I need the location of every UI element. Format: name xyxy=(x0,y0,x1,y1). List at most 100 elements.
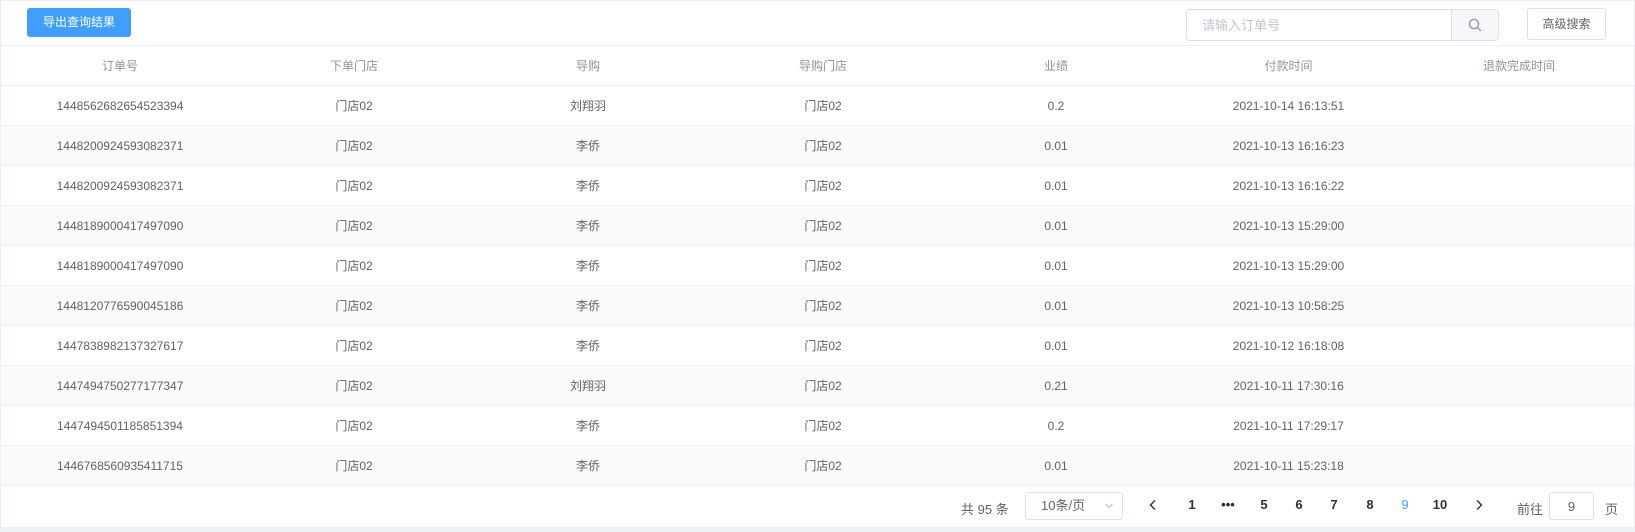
cell-guide: 李侨 xyxy=(575,179,600,193)
cell-guide-store: 门店02 xyxy=(804,259,842,273)
table-row[interactable]: 1448189000417497090 门店02 李侨 门店02 0.01 2021-10… xyxy=(1,206,1634,246)
cell-performance: 0.01 xyxy=(1044,458,1068,473)
column-header-order-store[interactable]: 下单门店 xyxy=(239,57,469,74)
cell-payment-time: 2021-10-14 16:13:51 xyxy=(1232,98,1345,113)
table-row[interactable]: 1446768560935411715 门店02 李侨 门店02 0.01 2021-10… xyxy=(1,446,1634,486)
cell-performance: 0.01 xyxy=(1044,258,1068,273)
cell-guide-store: 门店02 xyxy=(804,419,842,433)
search-button[interactable] xyxy=(1451,10,1498,40)
chevron-down-icon xyxy=(1104,493,1114,528)
cell-performance: 0.01 xyxy=(1044,138,1068,153)
page-9-current[interactable]: 9 xyxy=(1395,497,1415,512)
column-header-performance[interactable]: 业绩 xyxy=(939,57,1173,74)
cell-payment-time: 2021-10-13 16:16:23 xyxy=(1232,138,1345,153)
cell-guide: 刘翔羽 xyxy=(569,99,606,113)
cell-order-store: 门店02 xyxy=(335,299,373,313)
column-header-order-no[interactable]: 订单号 xyxy=(1,57,239,74)
cell-order-store: 门店02 xyxy=(335,219,373,233)
order-panel: 导出查询结果 高级搜索 订单号 下单门店 导购 导购门店 业绩 付款时间 退款完… xyxy=(0,0,1635,528)
cell-payment-time: 2021-10-13 16:16:22 xyxy=(1232,178,1345,193)
table-row[interactable]: 1448189000417497090 门店02 李侨 门店02 0.01 2021-10… xyxy=(1,246,1634,286)
cell-order-store: 门店02 xyxy=(335,419,373,433)
cell-order-store: 门店02 xyxy=(335,459,373,473)
search-box xyxy=(1186,9,1499,41)
page-7[interactable]: 7 xyxy=(1324,497,1344,512)
cell-order-no: 1448189000417497090 xyxy=(56,218,184,233)
cell-performance: 0.2 xyxy=(1047,418,1065,433)
export-results-button[interactable]: 导出查询结果 xyxy=(27,8,132,37)
page-5[interactable]: 5 xyxy=(1254,497,1274,512)
advanced-search-button[interactable]: 高级搜索 xyxy=(1527,8,1606,40)
cell-guide-store: 门店02 xyxy=(804,459,842,473)
cell-guide: 李侨 xyxy=(575,419,600,433)
cell-order-no: 1448189000417497090 xyxy=(56,258,184,273)
cell-order-store: 门店02 xyxy=(335,139,373,153)
prev-page-button[interactable] xyxy=(1143,495,1163,515)
cell-order-no: 1447494750277177347 xyxy=(56,378,184,393)
page-ellipsis[interactable]: ••• xyxy=(1218,497,1238,512)
cell-guide-store: 门店02 xyxy=(804,139,842,153)
goto-suffix: 页 xyxy=(1605,502,1619,517)
page-size-select[interactable]: 10条/页 xyxy=(1025,492,1123,520)
goto-page-input[interactable] xyxy=(1549,492,1594,520)
orders-table: 订单号 下单门店 导购 导购门店 业绩 付款时间 退款完成时间 14485626… xyxy=(1,45,1634,486)
table-row[interactable]: 1448120776590045186 门店02 李侨 门店02 0.01 2021-10… xyxy=(1,286,1634,326)
cell-order-store: 门店02 xyxy=(335,259,373,273)
page-6[interactable]: 6 xyxy=(1289,497,1309,512)
column-header-refund-time[interactable]: 退款完成时间 xyxy=(1404,57,1634,74)
cell-payment-time: 2021-10-11 17:29:17 xyxy=(1233,418,1344,433)
cell-guide: 刘翔羽 xyxy=(569,379,606,393)
cell-payment-time: 2021-10-13 10:58:25 xyxy=(1232,298,1345,313)
cell-guide-store: 门店02 xyxy=(804,99,842,113)
cell-guide: 李侨 xyxy=(575,139,600,153)
table-row[interactable]: 1448200924593082371 门店02 李侨 门店02 0.01 2021-10… xyxy=(1,126,1634,166)
page-1[interactable]: 1 xyxy=(1182,497,1202,512)
next-page-button[interactable] xyxy=(1469,495,1489,515)
page-size-value: 10条/页 xyxy=(1041,498,1086,513)
cell-performance: 0.2 xyxy=(1047,98,1065,113)
cell-guide-store: 门店02 xyxy=(804,299,842,313)
cell-order-store: 门店02 xyxy=(335,379,373,393)
cell-order-no: 1446768560935411715 xyxy=(57,458,183,473)
table-row[interactable]: 1447494501185851394 门店02 李侨 门店02 0.2 2021-10-… xyxy=(1,406,1634,446)
cell-guide-store: 门店02 xyxy=(804,379,842,393)
order-number-search-input[interactable] xyxy=(1187,10,1451,40)
cell-performance: 0.01 xyxy=(1044,218,1068,233)
cell-payment-time: 2021-10-11 15:23:18 xyxy=(1233,458,1344,473)
chevron-right-icon xyxy=(1476,500,1483,510)
total-count: 共 95 条 xyxy=(961,502,1009,517)
table-row[interactable]: 1448562682654523394 门店02 刘翔羽 门店02 0.2 2021-10… xyxy=(1,86,1634,126)
cell-guide: 李侨 xyxy=(575,459,600,473)
cell-order-no: 1447838982137327617 xyxy=(56,338,184,353)
cell-order-store: 门店02 xyxy=(335,99,373,113)
page-10[interactable]: 10 xyxy=(1430,497,1450,512)
cell-guide-store: 门店02 xyxy=(804,339,842,353)
cell-performance: 0.01 xyxy=(1044,178,1068,193)
goto-prefix: 前往 xyxy=(1517,502,1544,517)
cell-order-store: 门店02 xyxy=(335,179,373,193)
cell-guide-store: 门店02 xyxy=(804,179,842,193)
column-header-guide[interactable]: 导购 xyxy=(469,57,707,74)
cell-performance: 0.01 xyxy=(1044,338,1068,353)
table-row[interactable]: 1447838982137327617 门店02 李侨 门店02 0.01 2021-10… xyxy=(1,326,1634,366)
toolbar: 导出查询结果 高级搜索 xyxy=(1,1,1634,45)
cell-order-no: 1447494501185851394 xyxy=(57,418,183,433)
cell-order-no: 1448200924593082371 xyxy=(56,138,184,153)
column-header-guide-store[interactable]: 导购门店 xyxy=(707,57,939,74)
cell-payment-time: 2021-10-13 15:29:00 xyxy=(1232,258,1345,273)
table-header: 订单号 下单门店 导购 导购门店 业绩 付款时间 退款完成时间 xyxy=(1,46,1634,86)
table-body: 1448562682654523394 门店02 刘翔羽 门店02 0.2 2021-10… xyxy=(1,86,1634,486)
cell-guide: 李侨 xyxy=(575,259,600,273)
column-header-payment-time[interactable]: 付款时间 xyxy=(1173,57,1404,74)
cell-performance: 0.21 xyxy=(1044,378,1068,393)
cell-guide-store: 门店02 xyxy=(804,219,842,233)
table-row[interactable]: 1447494750277177347 门店02 刘翔羽 门店02 0.21 2021-1… xyxy=(1,366,1634,406)
cell-performance: 0.01 xyxy=(1044,298,1068,313)
cell-order-store: 门店02 xyxy=(335,339,373,353)
page-8[interactable]: 8 xyxy=(1360,497,1380,512)
cell-order-no: 1448200924593082371 xyxy=(56,178,184,193)
table-row[interactable]: 1448200924593082371 门店02 李侨 门店02 0.01 2021-10… xyxy=(1,166,1634,206)
cell-guide: 李侨 xyxy=(575,299,600,313)
cell-payment-time: 2021-10-12 16:18:08 xyxy=(1232,338,1345,353)
search-icon xyxy=(1468,18,1482,32)
